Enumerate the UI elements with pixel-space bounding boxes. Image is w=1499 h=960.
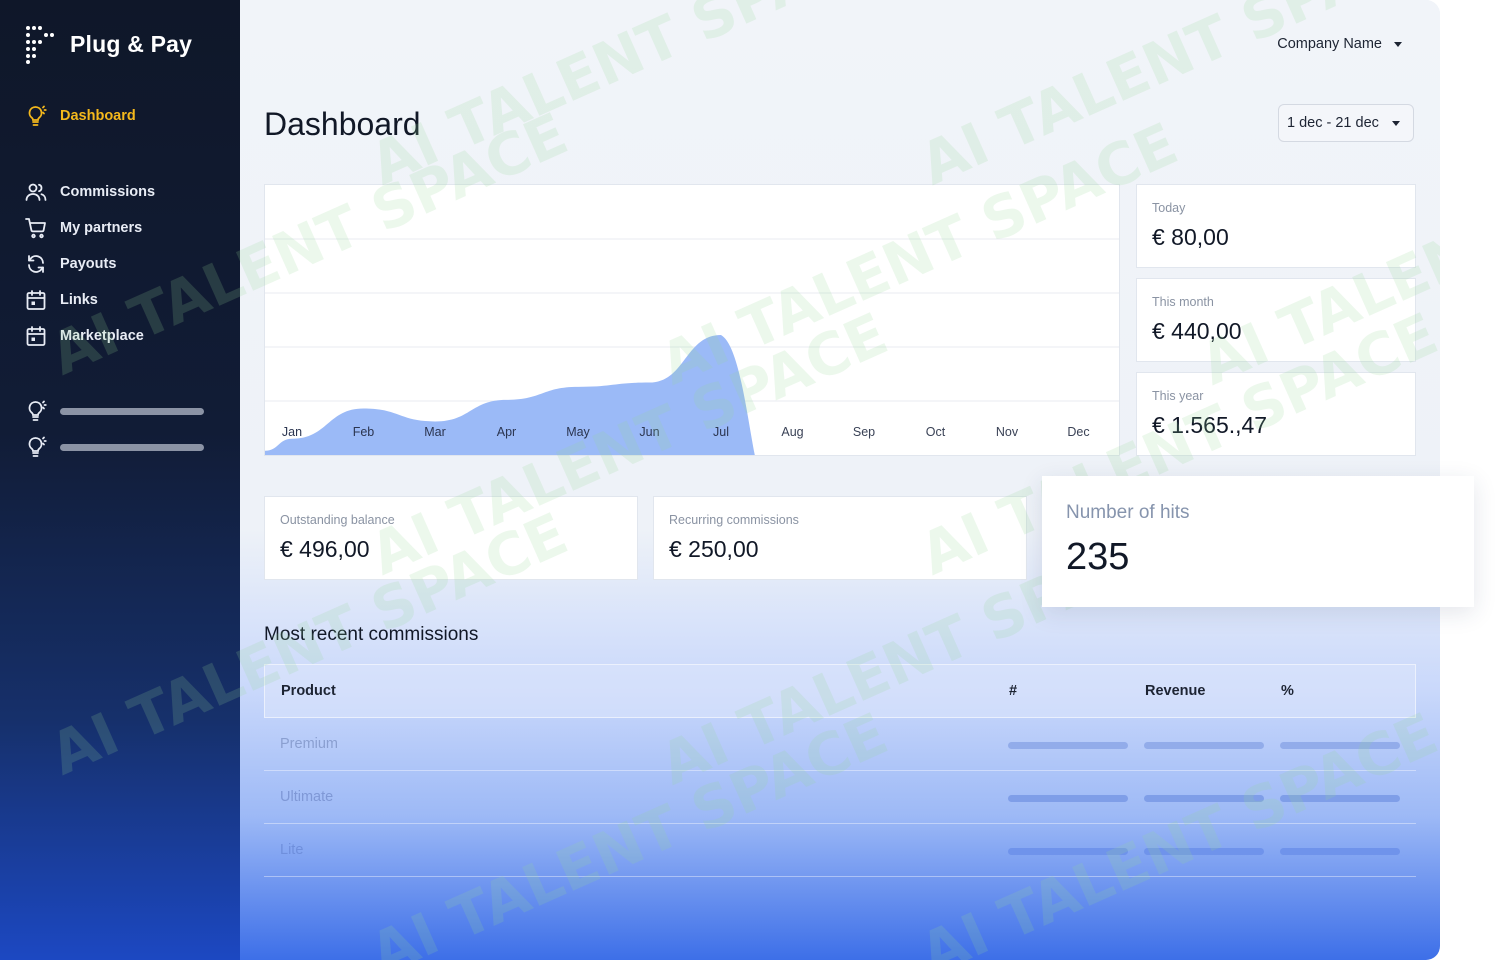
x-tick-label: Jan <box>282 425 302 439</box>
table-header: Product # Revenue % <box>264 664 1416 718</box>
stat-label: Today <box>1152 201 1186 215</box>
placeholder-bar <box>1008 848 1128 855</box>
page-title: Dashboard <box>264 106 421 142</box>
sidebar-placeholder-item[interactable] <box>24 399 60 423</box>
x-tick-label: Dec <box>1067 425 1089 439</box>
sidebar-item-marketplace[interactable]: Marketplace <box>24 324 144 348</box>
placeholder-bar <box>60 408 204 415</box>
sidebar-item-my-partners[interactable]: My partners <box>24 216 142 240</box>
column-header-count[interactable]: # <box>1009 683 1017 699</box>
caret-down-icon <box>1391 120 1400 126</box>
x-tick-label: May <box>566 425 590 439</box>
placeholder-bar <box>1280 742 1400 749</box>
stat-card-recurring: Recurring commissions € 250,00 <box>653 496 1027 580</box>
stat-card-year: This year € 1.565.,47 <box>1136 372 1416 456</box>
stat-label: This month <box>1152 295 1214 309</box>
placeholder-bar <box>1280 795 1400 802</box>
placeholder-bar <box>1144 848 1264 855</box>
lightbulb-icon <box>24 435 48 459</box>
logo[interactable]: Plug & Pay <box>24 24 192 64</box>
product-cell: Premium <box>280 736 339 752</box>
company-name: Company Name <box>1277 36 1382 52</box>
calendar-icon <box>24 288 48 312</box>
users-icon <box>24 180 48 204</box>
commissions-table: Product # Revenue % Premium Ultimate Lit… <box>264 664 1416 877</box>
sidebar: Plug & Pay Dashboard Commissions My part… <box>0 0 240 960</box>
x-tick-label: Aug <box>781 425 803 439</box>
brand-name: Plug & Pay <box>70 30 193 57</box>
chart-svg: Jan Feb Mar Apr May Jun Jul Aug Sep Oct Nov Dec <box>265 238 1119 455</box>
column-header-percent[interactable]: % <box>1281 683 1294 699</box>
sidebar-item-commissions[interactable]: Commissions <box>24 180 155 204</box>
stat-card-today: Today € 80,00 <box>1136 184 1416 268</box>
placeholder-bar <box>1144 742 1264 749</box>
x-tick-label: Jun <box>639 425 659 439</box>
stat-label: This year <box>1152 389 1204 403</box>
x-tick-label: Nov <box>996 425 1019 439</box>
sidebar-item-dashboard[interactable]: Dashboard <box>24 104 136 128</box>
x-tick-label: Sep <box>853 425 875 439</box>
column-header-product[interactable]: Product <box>281 683 336 699</box>
calendar-icon <box>24 324 48 348</box>
placeholder-bar <box>1008 795 1128 802</box>
revenue-chart: Jan Feb Mar Apr May Jun Jul Aug Sep Oct Nov Dec <box>264 184 1120 456</box>
placeholder-bar <box>1144 795 1264 802</box>
stat-value: € 250,00 <box>669 536 759 562</box>
stat-card-outstanding: Outstanding balance € 496,00 <box>264 496 638 580</box>
column-header-revenue[interactable]: Revenue <box>1145 683 1205 699</box>
sidebar-item-label: Commissions <box>60 184 156 200</box>
placeholder-bar <box>1280 848 1400 855</box>
x-tick-label: Jul <box>713 425 729 439</box>
section-title: Most recent commissions <box>264 624 479 645</box>
sidebar-item-label: Links <box>60 292 98 308</box>
table-row[interactable]: Lite <box>264 824 1416 877</box>
stat-value: € 1.565.,47 <box>1152 412 1268 438</box>
logo-dots-icon <box>24 24 54 64</box>
placeholder-bar <box>1008 742 1128 749</box>
placeholder-bar <box>60 444 204 451</box>
cart-icon <box>24 216 48 240</box>
x-tick-label: Feb <box>353 425 375 439</box>
stat-value: € 440,00 <box>1152 318 1242 344</box>
sidebar-item-label: Marketplace <box>60 328 144 344</box>
sidebar-placeholder-item[interactable] <box>24 435 60 459</box>
refresh-icon <box>24 252 48 276</box>
sidebar-item-label: Payouts <box>60 256 117 272</box>
x-tick-label: Mar <box>424 425 446 439</box>
table-row[interactable]: Premium <box>264 718 1416 771</box>
stat-value: € 496,00 <box>280 536 370 562</box>
table-row[interactable]: Ultimate <box>264 771 1416 824</box>
x-tick-label: Oct <box>926 425 946 439</box>
date-range-picker[interactable]: 1 dec - 21 dec <box>1278 104 1414 142</box>
company-selector[interactable]: Company Name <box>1277 36 1402 52</box>
lightbulb-icon <box>24 104 48 128</box>
lightbulb-icon <box>24 399 48 423</box>
product-cell: Lite <box>280 842 304 858</box>
stat-label: Recurring commissions <box>669 513 799 527</box>
caret-down-icon <box>1394 41 1402 47</box>
sidebar-item-label: Dashboard <box>60 108 136 124</box>
sidebar-item-payouts[interactable]: Payouts <box>24 252 116 276</box>
stat-label: Outstanding balance <box>280 513 395 527</box>
stat-label: Number of hits <box>1066 502 1190 523</box>
sidebar-item-links[interactable]: Links <box>24 288 98 312</box>
x-tick-label: Apr <box>497 425 516 439</box>
product-cell: Ultimate <box>280 789 334 805</box>
stat-value: 235 <box>1066 536 1130 578</box>
date-range-label: 1 dec - 21 dec <box>1287 115 1379 131</box>
stat-card-hits: Number of hits 235 <box>1042 476 1474 607</box>
stat-card-month: This month € 440,00 <box>1136 278 1416 362</box>
sidebar-item-label: My partners <box>60 220 143 236</box>
stat-value: € 80,00 <box>1152 224 1229 250</box>
